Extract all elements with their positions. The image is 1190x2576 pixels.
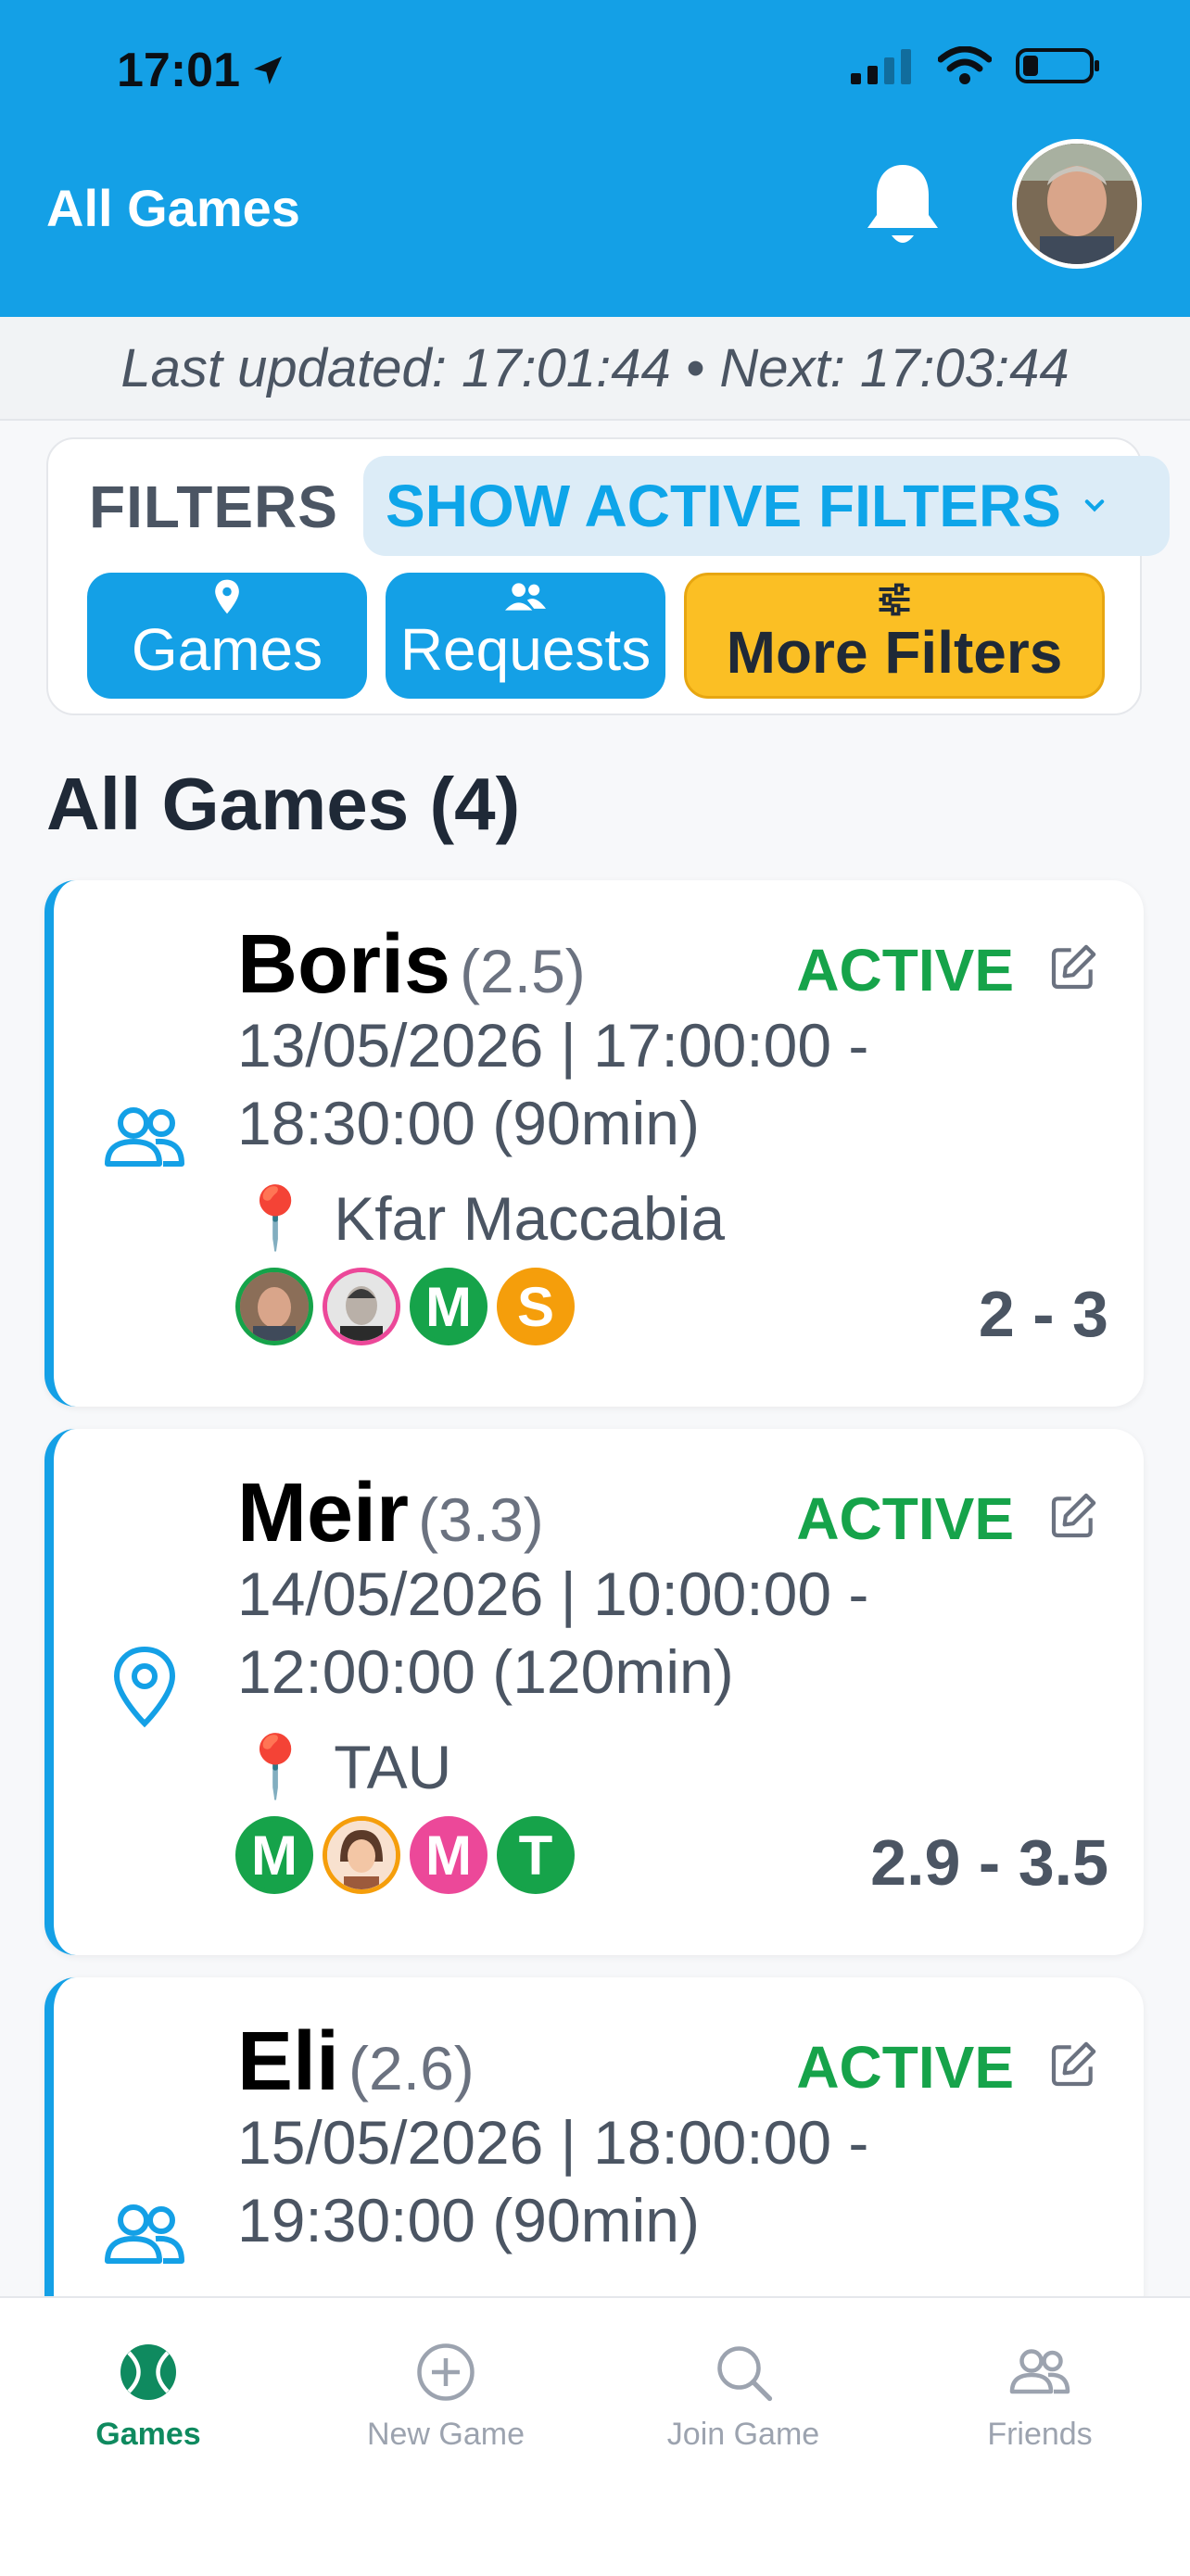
tab-new-game[interactable]: New Game [335,2339,557,2453]
game-date-start: 14/05/2026 | 10:00:00 - [237,1559,869,1628]
filter-requests-button[interactable]: Requests [386,573,665,699]
battery-icon [1016,48,1099,83]
show-active-filters-button[interactable]: SHOW ACTIVE FILTERS [363,456,1170,556]
tab-friends[interactable]: Friends [929,2339,1151,2453]
player-avatar[interactable] [323,1268,400,1345]
edit-icon[interactable] [1047,2039,1099,2090]
player-avatar[interactable]: M [410,1816,487,1894]
player-avatar[interactable] [235,1268,313,1345]
bottom-tab-bar: Games New Game Join Game Friends [0,2296,1190,2576]
more-filters-button[interactable]: More Filters [684,573,1105,699]
player-avatars: M S [235,1268,575,1345]
filter-games-label: Games [131,616,323,683]
game-card[interactable]: Meir (3.3) ACTIVE 14/05/2026 | 10:00:00 -… [44,1429,1144,1955]
player-avatar[interactable]: T [497,1816,575,1894]
tab-friends-label: Friends [987,2417,1093,2452]
location-pin-icon [215,579,239,614]
location-pin-icon [113,1646,176,1728]
player-avatar[interactable]: M [410,1268,487,1345]
last-updated-text: Last updated: 17:01:44 • Next: 17:03:44 [120,338,1070,398]
player-avatar[interactable]: S [497,1268,575,1345]
people-icon [505,583,546,611]
game-date-end: 12:00:00 (120min) [237,1637,734,1706]
status-time: 17:01 [117,44,240,97]
host-name-text: Boris [237,918,451,1011]
more-filters-label: More Filters [726,619,1063,686]
player-avatars: M M T [235,1816,575,1894]
game-host-name: Meir (3.3) [237,1466,544,1561]
filter-games-button[interactable]: Games [87,573,367,699]
profile-avatar[interactable] [1012,139,1142,269]
game-host-name: Boris (2.5) [237,917,586,1013]
status-indicators [851,46,1101,85]
section-title: All Games (4) [46,763,521,845]
filters-panel: FILTERS SHOW ACTIVE FILTERS Games Reques… [46,437,1170,715]
people-icon [105,1107,184,1167]
wifi-icon [938,46,992,84]
plus-circle-icon [417,2343,475,2401]
host-name-text: Meir [237,1467,410,1559]
show-active-filters-label: SHOW ACTIVE FILTERS [386,473,1061,539]
player-avatar[interactable]: M [235,1816,313,1894]
player-initial: M [425,1275,472,1338]
game-card[interactable]: Boris (2.5) ACTIVE 13/05/2026 | 17:00:00 … [44,880,1144,1407]
status-badge: ACTIVE [796,1485,1014,1552]
host-name-text: Eli [237,2015,340,2108]
last-updated-bar: Last updated: 17:01:44 • Next: 17:03:44 [0,317,1190,421]
location-text: TAU [334,1733,452,1801]
level-range: 2.9 - 3.5 [870,1826,1108,1899]
bell-icon[interactable] [860,159,945,252]
sliders-icon [879,583,910,616]
player-avatar[interactable] [323,1816,400,1894]
player-photo [327,1821,396,1889]
player-initial: M [251,1824,298,1887]
status-bar: 17:01 [0,0,1190,139]
tab-join-game[interactable]: Join Game [632,2339,855,2453]
game-date-end: 19:30:00 (90min) [237,2186,700,2254]
filters-label: FILTERS [89,474,338,540]
level-range: 2 - 3 [978,1278,1108,1350]
status-clock: 17:01 [117,43,286,98]
player-initial: T [518,1824,553,1887]
signal-icon [851,49,911,84]
status-badge: ACTIVE [796,2034,1014,2101]
host-rating: (2.5) [460,937,586,1005]
game-date-start: 15/05/2026 | 18:00:00 - [237,2108,869,2177]
location-arrow-icon [254,57,282,84]
friends-icon [1009,2349,1070,2394]
profile-photo [1017,144,1137,264]
people-icon [105,2204,184,2264]
host-rating: (2.6) [348,2034,475,2102]
location-text: Kfar Maccabia [334,1184,726,1253]
game-date-start: 13/05/2026 | 17:00:00 - [237,1011,869,1080]
game-host-name: Eli (2.6) [237,2014,475,2110]
tab-join-game-label: Join Game [666,2417,820,2452]
player-initial: S [516,1275,555,1338]
game-date-end: 18:30:00 (90min) [237,1089,700,1157]
game-location: 📍 Kfar Maccabia [237,1182,725,1255]
page-title: All Games [46,179,300,237]
host-rating: (3.3) [418,1485,544,1554]
edit-icon[interactable] [1047,1490,1099,1542]
pin-icon: 📍 [237,1732,314,1800]
tab-games-label: Games [95,2417,201,2452]
tab-new-game-label: New Game [366,2417,525,2452]
filter-requests-label: Requests [399,616,652,683]
player-initial: M [425,1824,472,1887]
status-badge: ACTIVE [796,937,1014,1004]
pin-icon: 📍 [237,1183,314,1252]
tab-games[interactable]: Games [37,2339,260,2453]
game-location: 📍 TAU [237,1731,451,1803]
chevron-down-icon [1084,499,1105,512]
player-photo [327,1272,396,1341]
player-photo [240,1272,309,1341]
tennis-ball-icon [120,2344,176,2400]
app-header: 17:01 All Games [0,0,1190,317]
search-icon [717,2346,773,2402]
edit-icon[interactable] [1047,941,1099,993]
